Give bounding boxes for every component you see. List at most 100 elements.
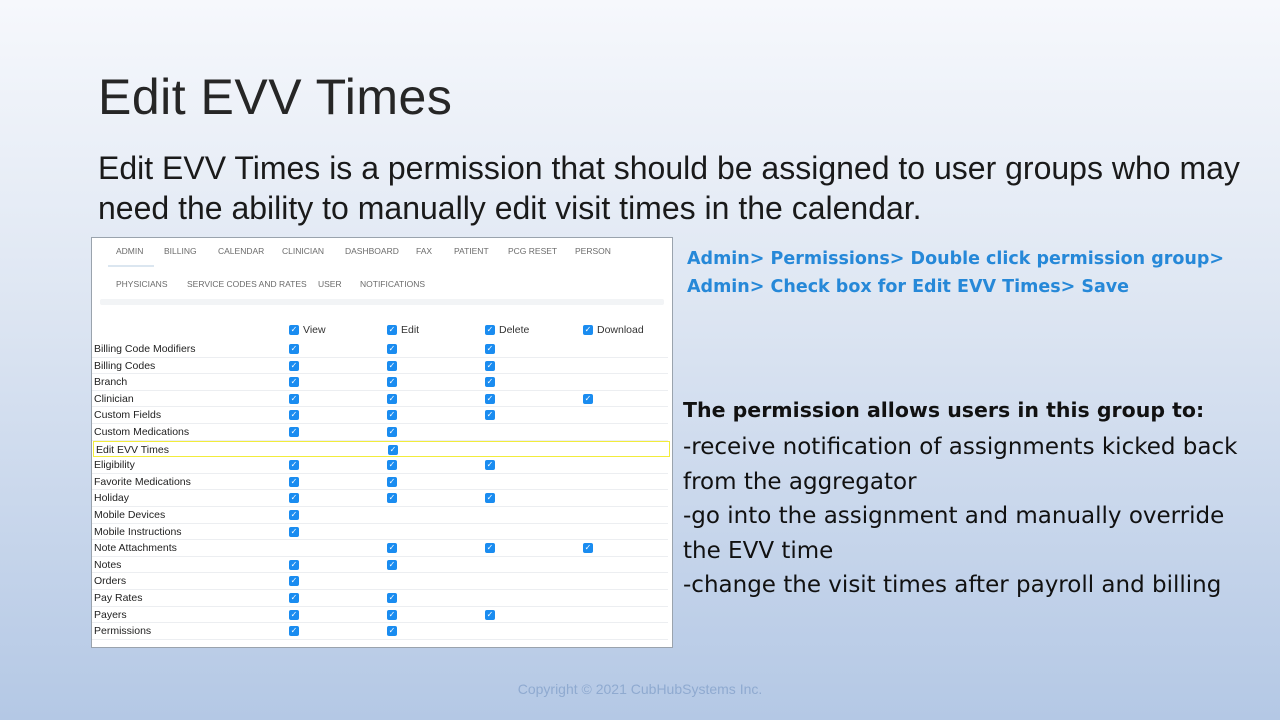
delete-checkbox[interactable]: ✓	[485, 543, 495, 554]
tab-notifications[interactable]: Notifications	[360, 279, 425, 289]
download-checkbox[interactable]: ✓	[583, 543, 593, 554]
permission-row[interactable]: Billing Code Modifiers ✓ ✓ ✓	[92, 341, 668, 358]
permission-row[interactable]: Eligibility ✓ ✓ ✓	[92, 457, 668, 474]
permission-row[interactable]: Edit EVV Times ✓	[93, 440, 670, 458]
edit-checkbox[interactable]: ✓	[387, 493, 397, 504]
view-checkbox[interactable]: ✓	[289, 493, 299, 504]
edit-checkbox[interactable]: ✓	[387, 393, 397, 404]
copyright-footer: Copyright © 2021 CubHubSystems Inc.	[517, 681, 763, 697]
tabs-row-1: Admin Billing Calendar Clinician Dashboa…	[92, 241, 672, 261]
check-icon[interactable]: ✓	[289, 325, 299, 336]
permission-row[interactable]: Notes ✓ ✓	[92, 557, 668, 574]
view-checkbox[interactable]: ✓	[289, 510, 299, 520]
view-checkbox[interactable]: ✓	[289, 609, 299, 620]
permission-row[interactable]: Billing Codes ✓ ✓ ✓	[92, 358, 668, 375]
column-delete[interactable]: ✓ Delete	[485, 324, 529, 336]
column-view[interactable]: ✓ View	[289, 324, 326, 336]
permission-row-label: Billing Codes	[94, 359, 156, 372]
permission-row[interactable]: Permissions ✓ ✓	[92, 623, 668, 640]
permission-row[interactable]: Custom Fields ✓ ✓ ✓	[92, 407, 668, 424]
slide-subtitle: Edit EVV Times is a permission that shou…	[98, 150, 1240, 226]
permission-list: -receive notification of assignments kic…	[683, 430, 1243, 603]
view-checkbox[interactable]: ✓	[289, 377, 299, 388]
view-checkbox[interactable]: ✓	[289, 360, 299, 371]
delete-checkbox[interactable]: ✓	[485, 460, 495, 471]
tab-clinician[interactable]: Clinician	[282, 246, 324, 256]
check-icon[interactable]: ✓	[583, 325, 593, 336]
permission-row-label: Pay Rates	[94, 592, 143, 604]
permission-row[interactable]: Note Attachments ✓ ✓ ✓	[92, 540, 668, 557]
permission-row-label: Orders	[94, 575, 127, 588]
permission-row[interactable]: Holiday ✓ ✓ ✓	[92, 490, 668, 507]
check-icon[interactable]: ✓	[485, 325, 495, 336]
delete-checkbox[interactable]: ✓	[485, 377, 495, 388]
edit-checkbox[interactable]: ✓	[388, 444, 398, 455]
edit-checkbox[interactable]: ✓	[387, 593, 397, 603]
edit-checkbox[interactable]: ✓	[387, 543, 397, 554]
permission-columns-header: ✓ View ✓ Edit ✓ Delete ✓ Download	[92, 324, 672, 338]
column-download[interactable]: ✓ Download	[583, 324, 644, 336]
view-checkbox[interactable]: ✓	[289, 460, 299, 471]
view-checkbox[interactable]: ✓	[289, 476, 299, 487]
permission-row[interactable]: Orders ✓	[92, 573, 668, 590]
permission-row-label: Billing Code Modifiers	[94, 343, 196, 355]
view-checkbox[interactable]: ✓	[289, 393, 299, 404]
delete-checkbox[interactable]: ✓	[485, 609, 495, 620]
tab-pcg-reset[interactable]: PCG Reset	[508, 246, 557, 256]
edit-checkbox[interactable]: ✓	[387, 460, 397, 471]
permission-row[interactable]: Payers ✓ ✓ ✓	[92, 607, 668, 624]
edit-checkbox[interactable]: ✓	[387, 609, 397, 620]
tab-person[interactable]: Person	[575, 246, 611, 256]
tab-user[interactable]: User	[318, 279, 342, 289]
tab-calendar[interactable]: Calendar	[218, 246, 264, 256]
column-edit[interactable]: ✓ Edit	[387, 324, 419, 336]
permission-item: -go into the assignment and manually ove…	[683, 503, 1225, 564]
edit-checkbox[interactable]: ✓	[387, 360, 397, 371]
view-checkbox[interactable]: ✓	[289, 344, 299, 354]
permission-row-label: Custom Fields	[94, 409, 162, 422]
permission-row[interactable]: Pay Rates ✓ ✓	[92, 590, 668, 607]
edit-checkbox[interactable]: ✓	[387, 377, 397, 388]
tab-service-codes[interactable]: Service Codes and Rates	[187, 279, 307, 289]
view-checkbox[interactable]: ✓	[289, 576, 299, 587]
permission-row-label: Clinician	[94, 392, 134, 405]
permission-row-label: Favorite Medications	[94, 475, 191, 488]
permission-row-label: Holiday	[94, 492, 130, 505]
edit-checkbox[interactable]: ✓	[387, 410, 397, 421]
view-checkbox[interactable]: ✓	[289, 427, 299, 437]
view-checkbox[interactable]: ✓	[289, 593, 299, 603]
permission-row[interactable]: Branch ✓ ✓ ✓	[92, 374, 668, 391]
tab-admin[interactable]: Admin	[116, 246, 143, 256]
delete-checkbox[interactable]: ✓	[485, 410, 495, 421]
delete-checkbox[interactable]: ✓	[485, 393, 495, 404]
view-checkbox[interactable]: ✓	[289, 526, 299, 537]
permission-row-label: Mobile Devices	[94, 509, 166, 521]
permissions-screenshot: Admin Billing Calendar Clinician Dashboa…	[91, 237, 673, 648]
delete-checkbox[interactable]: ✓	[485, 344, 495, 354]
delete-checkbox[interactable]: ✓	[485, 493, 495, 504]
tab-physicians[interactable]: Physicians	[116, 279, 168, 289]
check-icon[interactable]: ✓	[387, 325, 397, 336]
tab-dashboard[interactable]: Dashboard	[345, 246, 399, 256]
permission-row-label: Note Attachments	[94, 542, 177, 555]
view-checkbox[interactable]: ✓	[289, 559, 299, 570]
permission-row-label: Custom Medications	[94, 426, 190, 438]
permission-row[interactable]: Favorite Medications ✓ ✓	[92, 474, 668, 491]
edit-checkbox[interactable]: ✓	[387, 476, 397, 487]
download-checkbox[interactable]: ✓	[583, 393, 593, 404]
view-checkbox[interactable]: ✓	[289, 410, 299, 421]
permission-row[interactable]: Mobile Devices ✓	[92, 507, 668, 524]
edit-checkbox[interactable]: ✓	[387, 344, 397, 354]
edit-checkbox[interactable]: ✓	[387, 427, 397, 437]
permission-row-label: Edit EVV Times	[96, 443, 169, 456]
tab-patient[interactable]: Patient	[454, 246, 489, 256]
delete-checkbox[interactable]: ✓	[485, 360, 495, 371]
view-checkbox[interactable]: ✓	[289, 626, 299, 637]
permission-row[interactable]: Custom Medications ✓ ✓	[92, 424, 668, 441]
edit-checkbox[interactable]: ✓	[387, 626, 397, 637]
tab-billing[interactable]: Billing	[164, 246, 197, 256]
permission-row[interactable]: Mobile Instructions ✓	[92, 524, 668, 541]
tab-fax[interactable]: Fax	[416, 246, 432, 256]
permission-row[interactable]: Clinician ✓ ✓ ✓ ✓	[92, 391, 668, 408]
edit-checkbox[interactable]: ✓	[387, 559, 397, 570]
